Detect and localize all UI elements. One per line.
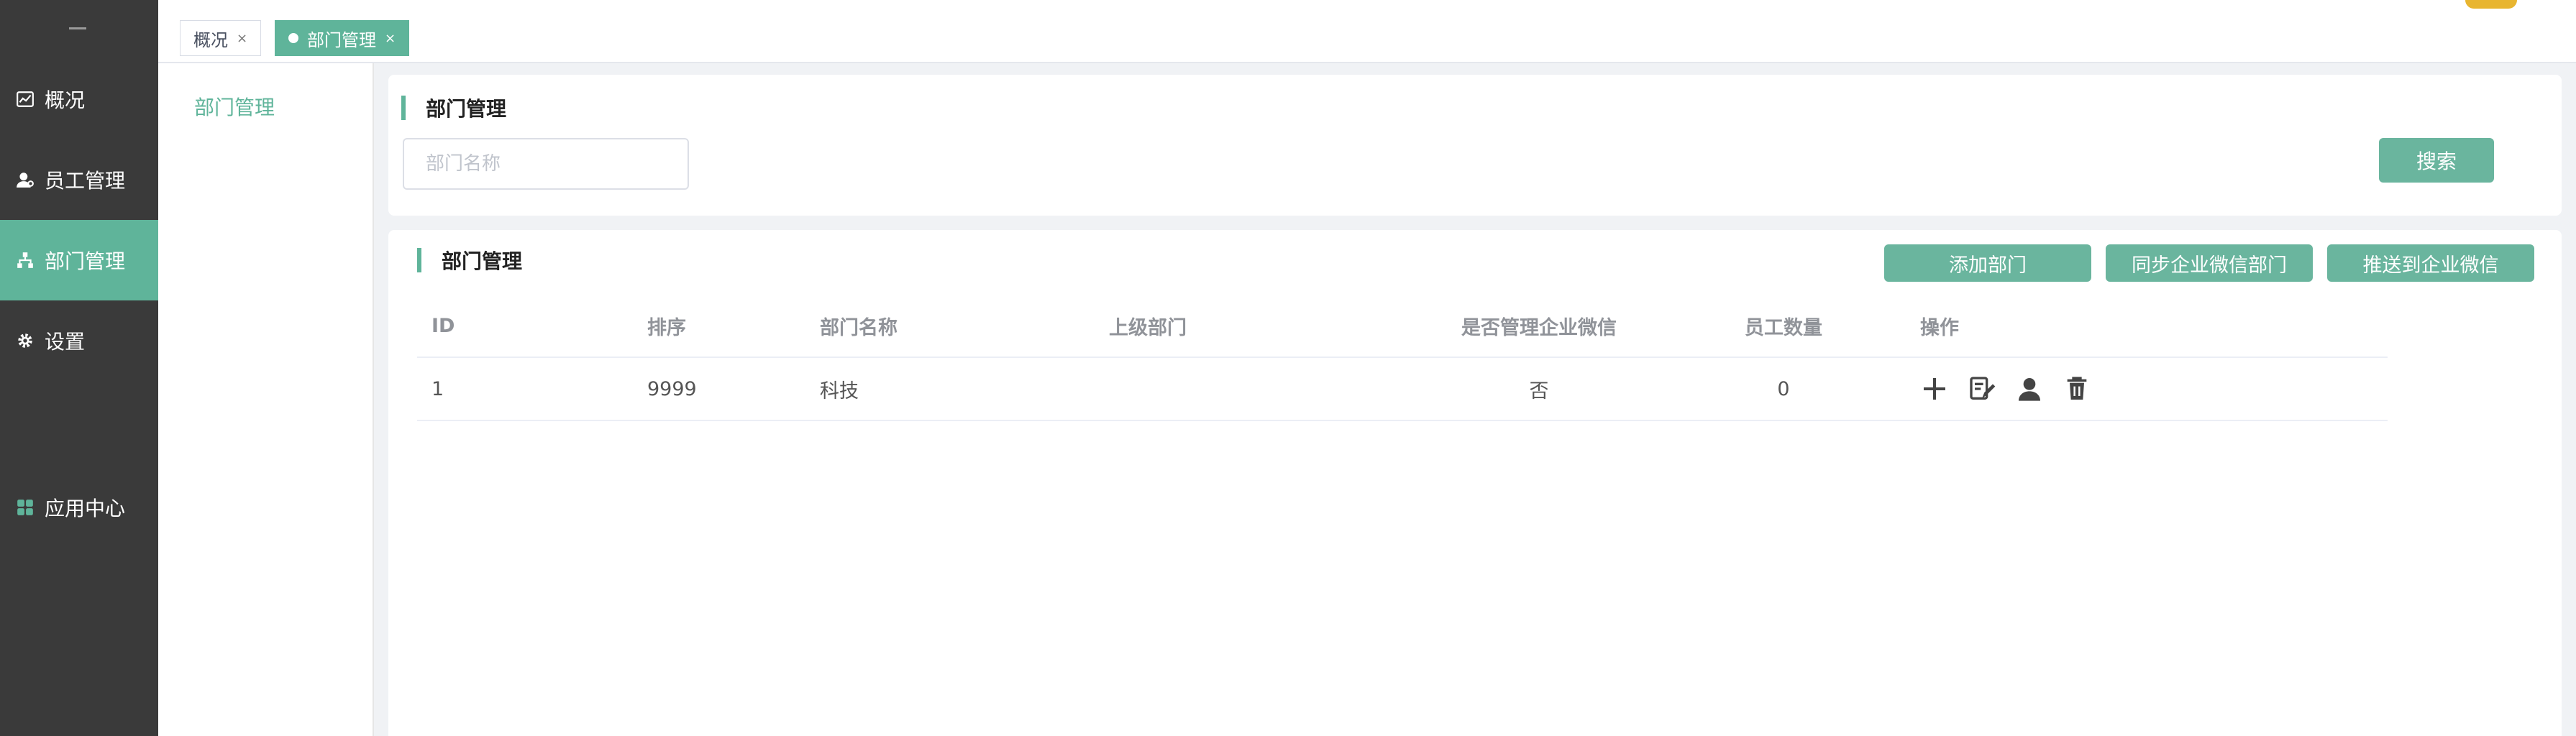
cell-sort: 9999 bbox=[647, 377, 697, 400]
close-icon[interactable]: × bbox=[385, 31, 396, 46]
sidebar-item-label: 设置 bbox=[45, 330, 86, 354]
user-icon[interactable] bbox=[2015, 374, 2044, 403]
sidebar-item-label: 部门管理 bbox=[45, 249, 126, 273]
edit-icon[interactable] bbox=[1968, 374, 1996, 403]
sidebar-item-departments[interactable]: 部门管理 bbox=[0, 220, 158, 300]
sidebar-item-app-center[interactable]: 应用中心 bbox=[0, 467, 158, 548]
tab-departments[interactable]: 部门管理 × bbox=[275, 20, 410, 56]
sidebar-item-settings[interactable]: 设置 bbox=[0, 300, 158, 381]
column-header-actions: 操作 bbox=[1920, 316, 1959, 339]
sub-sidebar: 部门管理 bbox=[158, 63, 374, 736]
subnav-item-departments[interactable]: 部门管理 bbox=[194, 92, 275, 121]
column-header-manage-wechat: 是否管理企业微信 bbox=[1461, 316, 1617, 339]
cell-manage-wechat: 否 bbox=[1529, 380, 1549, 402]
gear-icon bbox=[16, 331, 35, 350]
search-button[interactable]: 搜索 bbox=[2379, 138, 2494, 183]
title-accent-bar bbox=[417, 248, 421, 272]
table-header: ID 排序 部门名称 上级部门 是否管理企业微信 员工数量 操作 bbox=[417, 295, 2388, 358]
cell-staff-count: 0 bbox=[1777, 377, 1790, 400]
close-icon[interactable]: × bbox=[237, 31, 247, 46]
department-name-input[interactable] bbox=[403, 138, 689, 190]
search-card: 部门管理 搜索 bbox=[388, 75, 2562, 216]
user-avatar[interactable] bbox=[2465, 0, 2517, 9]
table-row: 1 9999 科技 否 0 bbox=[417, 358, 2388, 421]
section-title: 部门管理 bbox=[417, 246, 522, 275]
department-table: ID 排序 部门名称 上级部门 是否管理企业微信 员工数量 操作 1 9999 … bbox=[417, 295, 2388, 421]
cell-id: 1 bbox=[431, 377, 444, 400]
tab-label: 概况 bbox=[193, 29, 228, 50]
tab-label: 部门管理 bbox=[307, 29, 376, 50]
column-header-sort: 排序 bbox=[647, 316, 686, 339]
column-header-name: 部门名称 bbox=[820, 316, 898, 339]
sidebar-item-staff[interactable]: 员工管理 bbox=[0, 139, 158, 220]
cell-actions bbox=[1920, 358, 2091, 420]
chart-icon bbox=[16, 90, 35, 109]
apps-grid-icon bbox=[16, 498, 35, 517]
org-tree-icon bbox=[16, 251, 35, 270]
add-department-button[interactable]: 添加部门 bbox=[1884, 244, 2091, 282]
sidebar-item-overview[interactable]: 概况 bbox=[0, 59, 158, 139]
main-sidebar: 概况 员工管理 部门管理 设置 应用中心 bbox=[0, 0, 158, 736]
user-icon bbox=[16, 170, 35, 189]
department-list-card: 部门管理 添加部门 同步企业微信部门 推送到企业微信 ID 排序 部门名称 上级… bbox=[388, 230, 2562, 736]
cell-name: 科技 bbox=[820, 380, 859, 402]
trash-icon[interactable] bbox=[2063, 374, 2091, 403]
menu-toggle-icon[interactable] bbox=[69, 27, 86, 29]
sidebar-item-label: 员工管理 bbox=[45, 169, 126, 193]
sync-wechat-departments-button[interactable]: 同步企业微信部门 bbox=[2106, 244, 2313, 282]
list-section-title: 部门管理 bbox=[442, 249, 523, 273]
tab-overview[interactable]: 概况 × bbox=[180, 20, 262, 56]
plus-icon[interactable] bbox=[1920, 374, 1949, 403]
column-header-staff-count: 员工数量 bbox=[1745, 316, 1822, 339]
tabs-bar bbox=[158, 14, 2576, 63]
title-accent-bar bbox=[401, 96, 406, 120]
section-title: 部门管理 bbox=[401, 93, 506, 122]
sidebar-item-label: 概况 bbox=[45, 88, 86, 112]
push-to-wechat-button[interactable]: 推送到企业微信 bbox=[2327, 244, 2534, 282]
search-section-title: 部门管理 bbox=[426, 97, 507, 121]
active-dot-icon bbox=[288, 33, 298, 43]
column-header-parent: 上级部门 bbox=[1109, 316, 1187, 339]
header-bar bbox=[158, 0, 2576, 15]
column-header-id: ID bbox=[431, 314, 455, 337]
sidebar-item-label: 应用中心 bbox=[45, 497, 126, 520]
